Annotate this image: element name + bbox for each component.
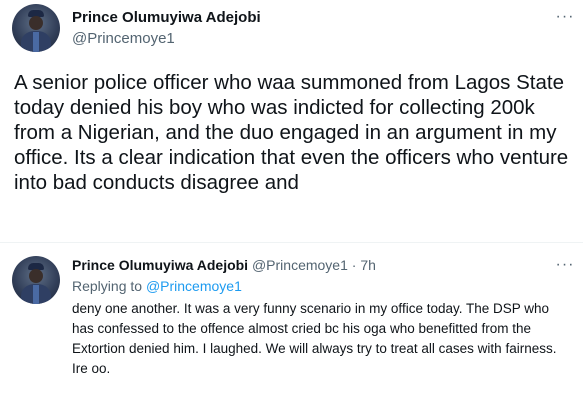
author-avatar[interactable]	[12, 4, 60, 52]
avatar-shirt	[33, 32, 39, 52]
more-options-button[interactable]: ···	[553, 9, 577, 28]
divider	[0, 242, 583, 243]
avatar-head	[29, 16, 43, 30]
more-horizontal-icon: ···	[555, 8, 575, 25]
replying-to-mention-link[interactable]: @Princemoye1	[146, 278, 242, 294]
reply-header: Prince Olumuyiwa Adejobi @Princemoye1 · …	[72, 257, 376, 273]
replying-to-line: Replying to @Princemoye1	[72, 278, 242, 294]
main-tweet[interactable]: Prince Olumuyiwa Adejobi @Princemoye1 ··…	[0, 0, 583, 237]
tweet-text: A senior police officer who waa summoned…	[14, 71, 569, 194]
separator-dot: ·	[347, 257, 361, 273]
reply-more-options-button[interactable]: ···	[553, 257, 577, 276]
author-handle[interactable]: @Princemoye1	[72, 30, 175, 47]
author-name[interactable]: Prince Olumuyiwa Adejobi	[72, 9, 261, 26]
reply-author-avatar[interactable]	[12, 256, 60, 304]
avatar-head	[29, 269, 43, 283]
reply-tweet[interactable]: Prince Olumuyiwa Adejobi @Princemoye1 · …	[0, 244, 583, 420]
reply-text: deny one another. It was a very funny sc…	[72, 301, 557, 376]
replying-prefix: Replying to	[72, 278, 146, 294]
reply-author-name[interactable]: Prince Olumuyiwa Adejobi	[72, 257, 248, 273]
more-horizontal-icon: ···	[555, 256, 575, 273]
avatar-shirt	[33, 285, 39, 304]
reply-time[interactable]: 7h	[360, 257, 376, 273]
reply-author-handle[interactable]: @Princemoye1	[252, 257, 348, 273]
